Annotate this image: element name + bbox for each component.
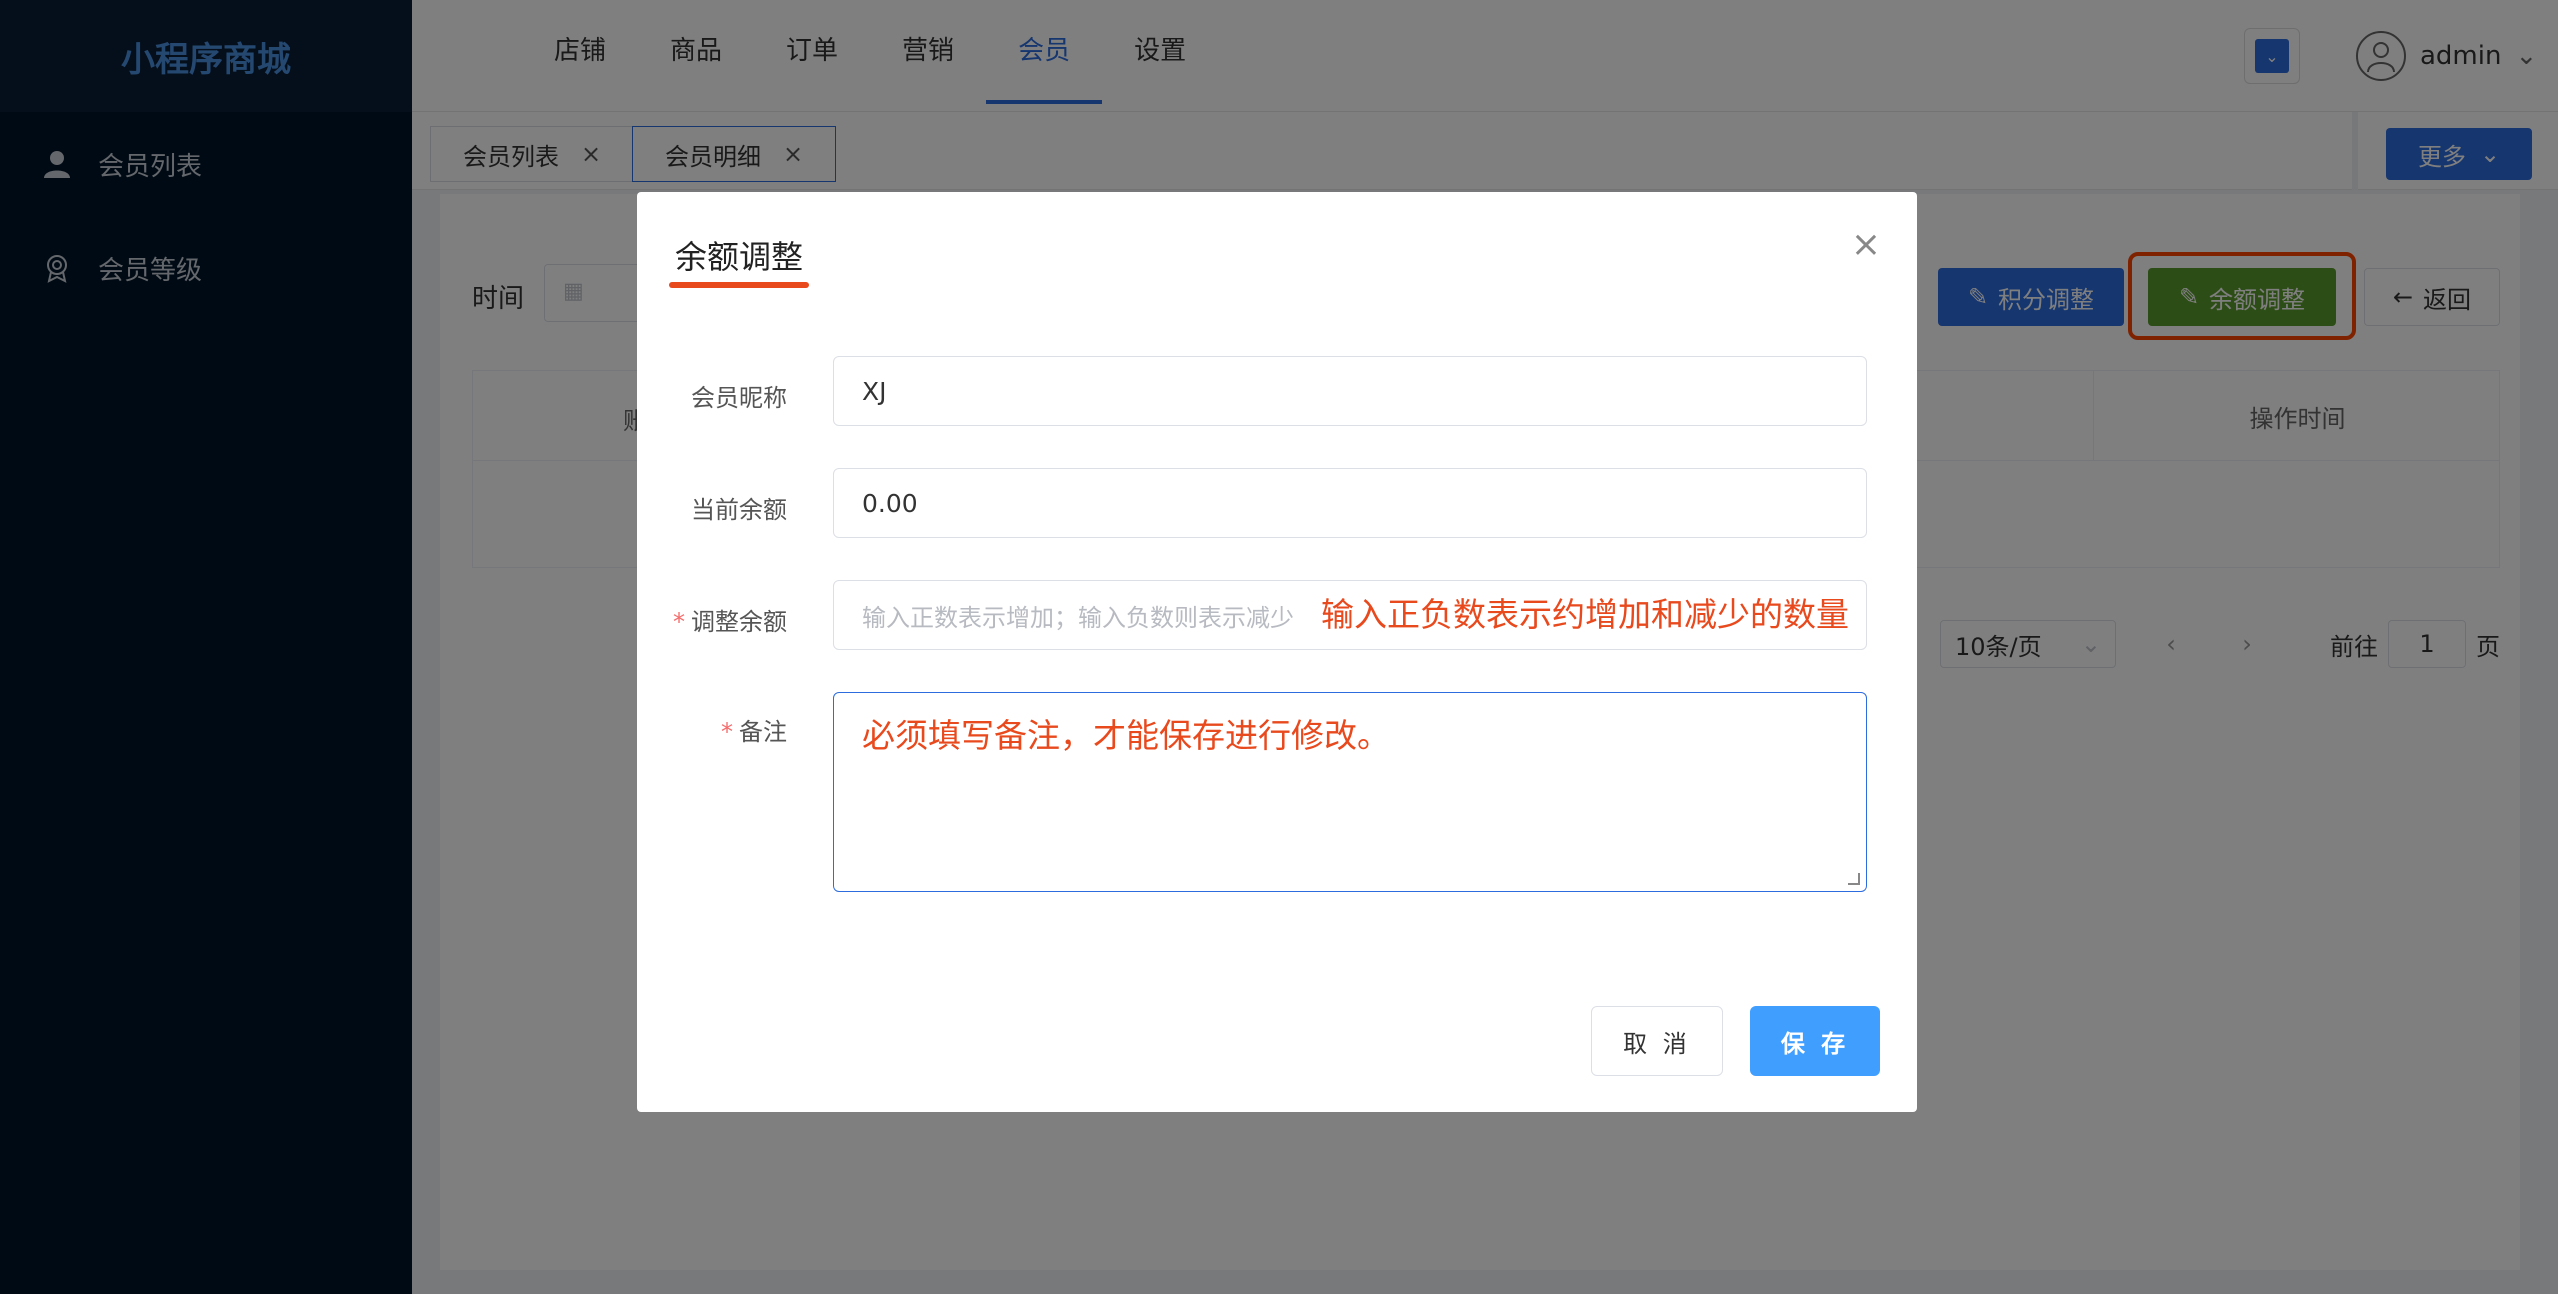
nickname-field[interactable]: XJ — [833, 356, 1867, 426]
close-icon[interactable]: × — [1851, 224, 1881, 265]
remark-label-text: 备注 — [739, 718, 787, 746]
adjust-balance-label-text: 调整余额 — [691, 608, 787, 636]
current-balance-label: 当前余额 — [691, 496, 787, 524]
save-button[interactable]: 保 存 — [1750, 1006, 1880, 1076]
current-balance-field[interactable]: 0.00 — [833, 468, 1867, 538]
remark-text: 必须填写备注，才能保存进行修改。 — [862, 716, 1390, 755]
nickname-label: 会员昵称 — [691, 384, 787, 412]
dialog-title: 余额调整 — [675, 238, 804, 276]
balance-adjust-dialog: 余额调整 × 会员昵称 XJ 当前余额 0.00 * 调整余额 输入正数表示增加；… — [637, 192, 1917, 1112]
resize-handle-icon[interactable] — [1848, 873, 1860, 885]
title-underline — [669, 282, 809, 288]
remark-textarea[interactable]: 必须填写备注，才能保存进行修改。 — [833, 692, 1867, 892]
adjust-balance-label: * 调整余额 — [673, 602, 787, 637]
remark-label: * 备注 — [721, 712, 787, 747]
required-mark: * — [673, 608, 685, 636]
annotation-text: 输入正负数表示约增加和减少的数量 — [1321, 595, 1849, 634]
required-mark: * — [721, 718, 733, 746]
cancel-button[interactable]: 取 消 — [1591, 1006, 1723, 1076]
